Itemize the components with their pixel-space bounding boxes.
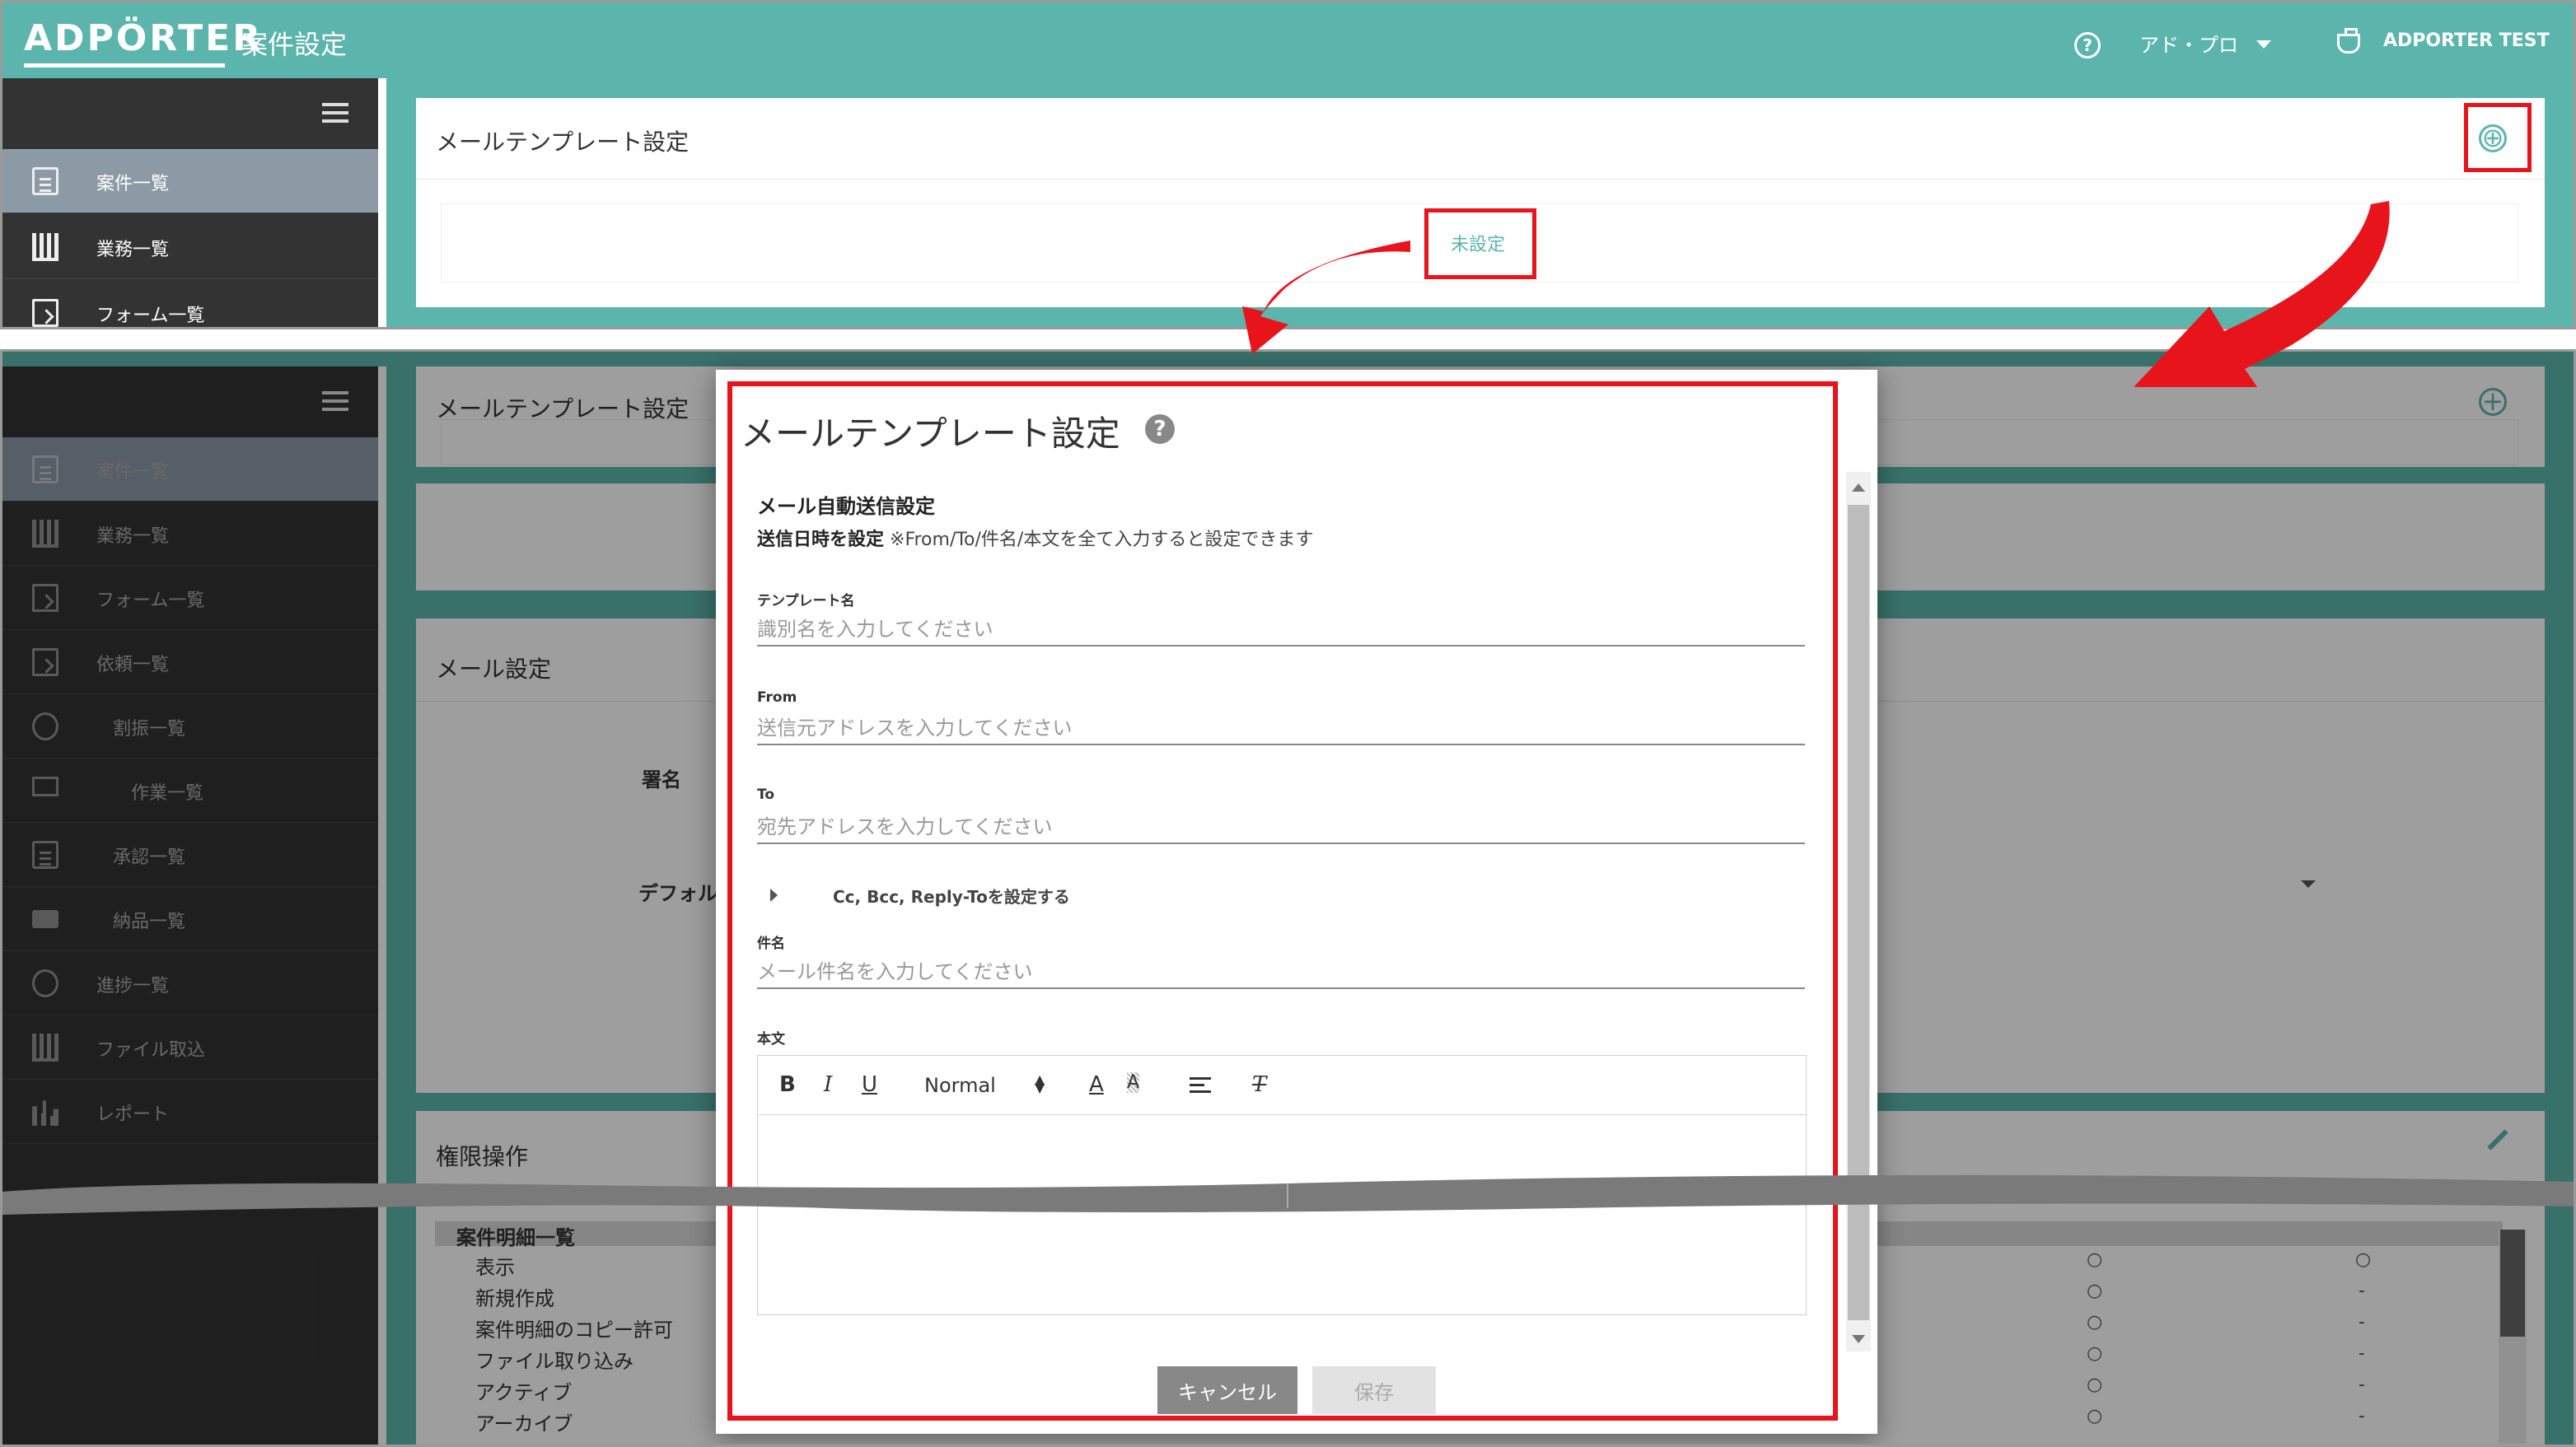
sidebar: 案件一覧 業務一覧 フォーム一覧 — [2, 78, 378, 327]
document-icon — [32, 167, 58, 195]
divider — [416, 179, 2545, 180]
highlight-box-add — [2464, 103, 2532, 172]
page-break-divider — [2, 1174, 2574, 1215]
user-name[interactable]: ADPORTER TEST — [2383, 30, 2550, 51]
user-icon — [2337, 28, 2360, 54]
form-icon — [32, 299, 58, 327]
sidebar-item-cases[interactable]: 案件一覧 — [2, 149, 378, 213]
bottom-screenshot: 案件一覧 業務一覧 フォーム一覧 依頼一覧 割振一覧 作業一覧 承認一覧 納品一… — [0, 349, 2576, 1447]
menu-icon[interactable] — [322, 103, 348, 123]
logo-underline — [24, 63, 225, 68]
sidebar-divider — [378, 78, 386, 327]
sidebar-item-label: 案件一覧 — [96, 174, 170, 194]
building-icon — [32, 233, 58, 261]
sidebar-item-label: 業務一覧 — [96, 240, 170, 260]
app-header: ADPÖRTER 案件設定 ? アド・プロ ADPORTER TEST — [2, 2, 2574, 78]
top-screenshot: ADPÖRTER 案件設定 ? アド・プロ ADPORTER TEST 案件一覧… — [0, 0, 2576, 329]
sidebar-item-tasks[interactable]: 業務一覧 — [2, 215, 378, 279]
page-title: 案件設定 — [241, 29, 348, 60]
highlight-box-unset — [1424, 208, 1536, 279]
card-title: メールテンプレート設定 — [436, 128, 690, 156]
sidebar-item-label: フォーム一覧 — [96, 306, 205, 326]
logo: ADPÖRTER — [24, 17, 264, 59]
project-selector[interactable]: アド・プロ — [2139, 29, 2238, 58]
chevron-down-icon[interactable] — [2256, 40, 2271, 49]
help-icon[interactable]: ? — [2074, 32, 2101, 58]
sidebar-item-forms[interactable]: フォーム一覧 — [2, 281, 378, 327]
